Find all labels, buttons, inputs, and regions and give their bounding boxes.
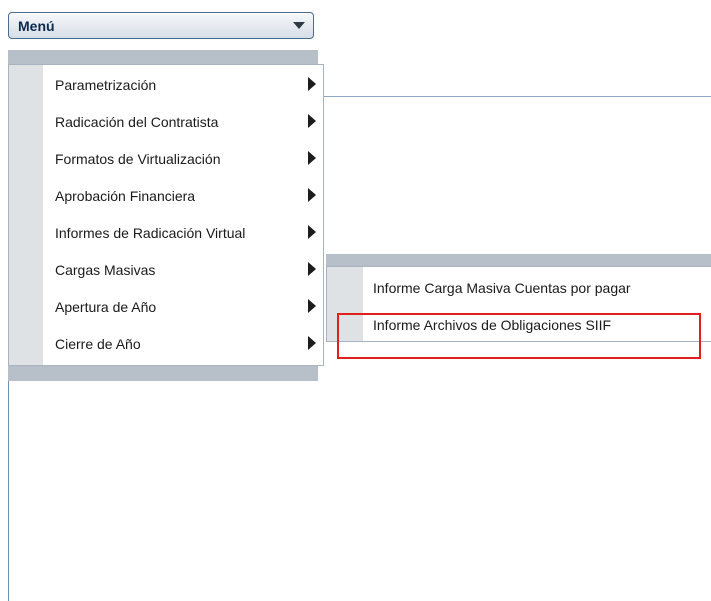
menu-item-label: Informes de Radicación Virtual xyxy=(55,225,246,241)
menu-item-informes-radicacion[interactable]: Informes de Radicación Virtual xyxy=(9,215,323,252)
submenu-arrow-icon xyxy=(308,299,316,313)
submenu-item-carga-masiva-cuentas[interactable]: Informe Carga Masiva Cuentas por pagar xyxy=(327,270,711,306)
menu-bottom-band xyxy=(8,366,318,381)
menu-item-label: Radicación del Contratista xyxy=(55,114,219,130)
menu-top-band xyxy=(8,50,318,64)
submenu-arrow-icon xyxy=(308,114,316,128)
menu-item-cierre-ano[interactable]: Cierre de Año xyxy=(9,326,323,363)
submenu-arrow-icon xyxy=(308,225,316,239)
caret-down-icon xyxy=(293,22,305,29)
menu-button-label: Menú xyxy=(18,18,55,34)
submenu-arrow-icon xyxy=(308,77,316,91)
submenu-arrow-icon xyxy=(308,151,316,165)
menu-item-aprobacion-financiera[interactable]: Aprobación Financiera xyxy=(9,178,323,215)
menu-item-label: Aprobación Financiera xyxy=(55,188,196,204)
menu-item-cargas-masivas[interactable]: Cargas Masivas xyxy=(9,252,323,289)
main-menu-panel: Parametrización Radicación del Contratis… xyxy=(8,64,324,366)
menu-item-radicacion-contratista[interactable]: Radicación del Contratista xyxy=(9,104,323,141)
menu-item-label: Cargas Masivas xyxy=(55,262,156,278)
submenu-arrow-icon xyxy=(308,262,316,276)
menu-item-label: Apertura de Año xyxy=(55,299,157,315)
menu-item-parametrizacion[interactable]: Parametrización xyxy=(9,67,323,104)
highlight-box xyxy=(337,313,701,359)
submenu-arrow-icon xyxy=(308,188,316,202)
menu-item-apertura-ano[interactable]: Apertura de Año xyxy=(9,289,323,326)
submenu-arrow-icon xyxy=(308,336,316,350)
submenu-top-band xyxy=(326,254,711,266)
menu-dropdown-button[interactable]: Menú xyxy=(8,12,314,39)
submenu-item-label: Informe Carga Masiva Cuentas por pagar xyxy=(373,280,631,296)
menu-item-label: Parametrización xyxy=(55,77,157,93)
menu-item-label: Cierre de Año xyxy=(55,336,141,352)
menu-item-formatos-virtualizacion[interactable]: Formatos de Virtualización xyxy=(9,141,323,178)
menu-item-label: Formatos de Virtualización xyxy=(55,151,221,167)
